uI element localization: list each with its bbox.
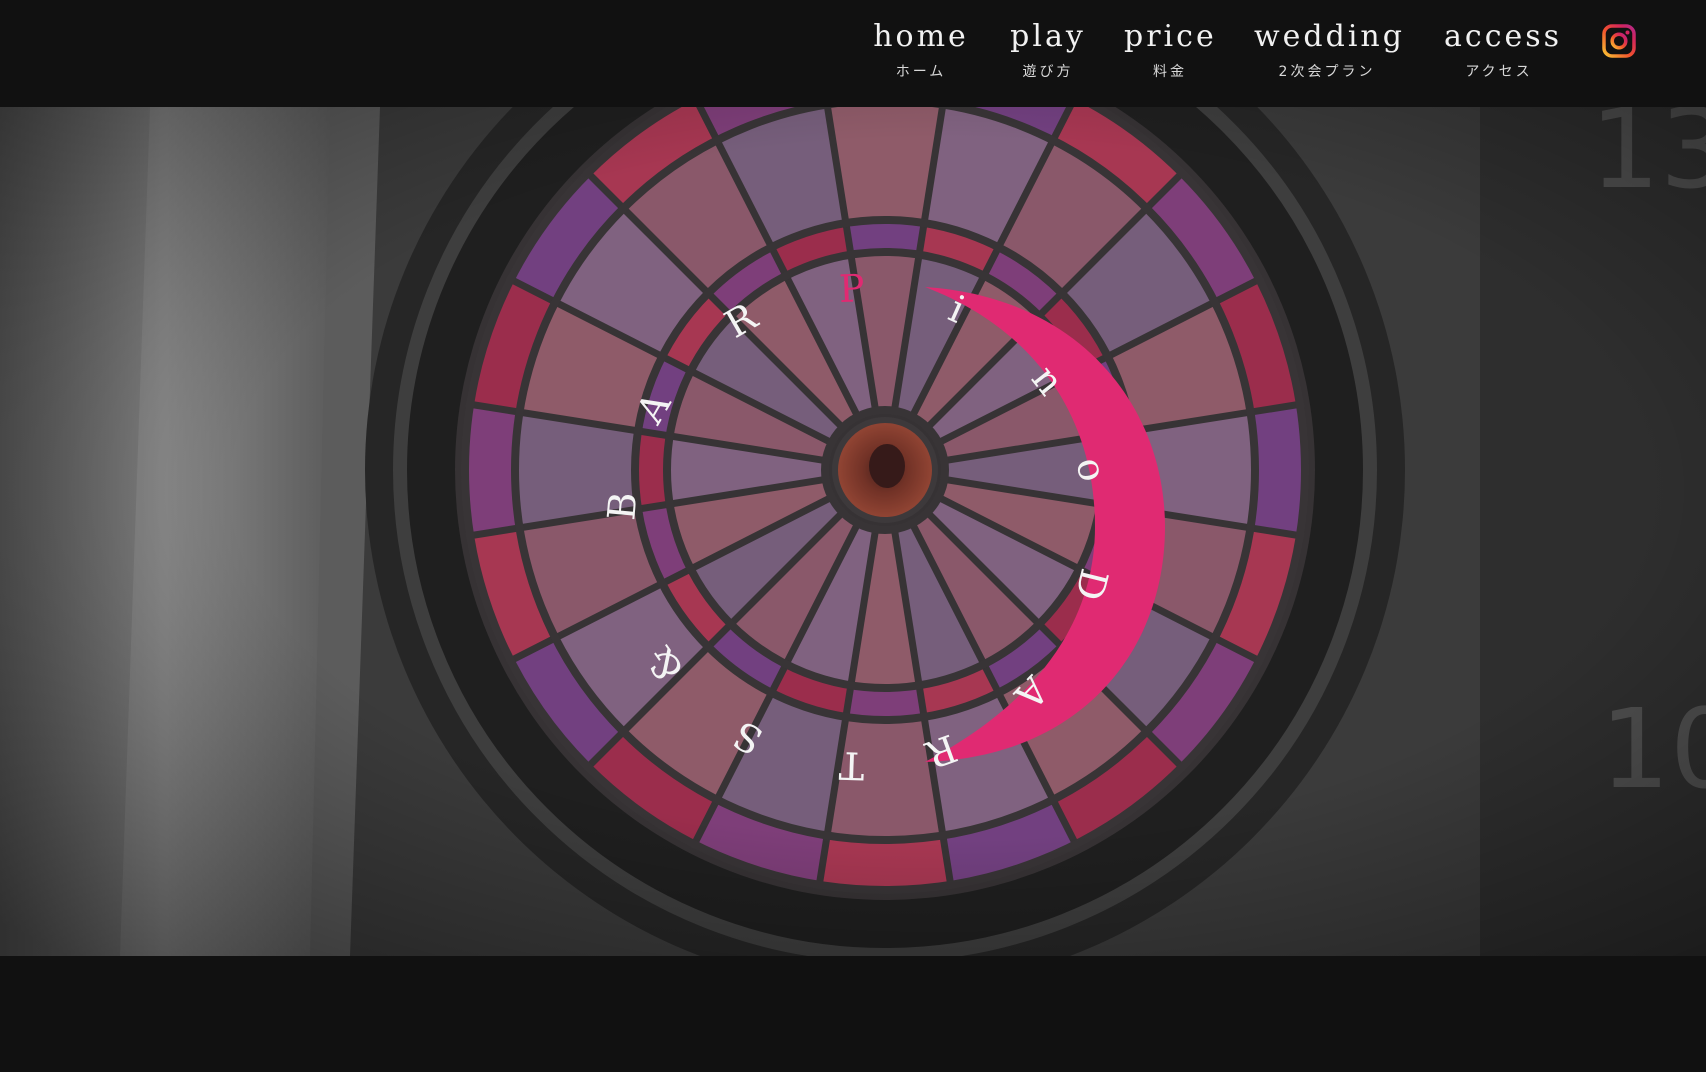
nav-item-label: price (1124, 19, 1217, 54)
nav-item-sublabel: 料金 (1153, 64, 1187, 80)
nav-item-sublabel: 2次会プラン (1278, 64, 1376, 80)
nav-item-sublabel: ホーム (895, 64, 947, 80)
instagram-icon[interactable] (1602, 24, 1636, 58)
page: home ホーム play 遊び方 price 料金 wedding 2次会プラ… (0, 0, 1706, 1072)
nav-item-label: home (873, 19, 969, 54)
nav-item-play[interactable]: play 遊び方 (1006, 16, 1090, 82)
nav-item-sublabel: アクセス (1465, 64, 1533, 80)
nav-item-price[interactable]: price 料金 (1124, 16, 1216, 82)
nav-item-label: play (1010, 19, 1086, 54)
site-header: home ホーム play 遊び方 price 料金 wedding 2次会プラ… (0, 0, 1706, 107)
logo-letter: B (599, 490, 645, 522)
page-footer-band (0, 956, 1706, 1072)
nav-item-label: wedding (1254, 19, 1405, 54)
logo-letter: T (838, 743, 865, 788)
nav-item-home[interactable]: home ホーム (869, 16, 973, 82)
hero-section: 1310 BARPinoDARTS& (0, 107, 1706, 956)
logo-letter: P (838, 266, 865, 311)
nav-item-wedding[interactable]: wedding 2次会プラン (1254, 16, 1405, 82)
nav-item-sublabel: 遊び方 (1022, 64, 1074, 80)
nav-item-access[interactable]: access アクセス (1444, 16, 1563, 82)
nav-item-label: access (1444, 19, 1563, 54)
main-nav: home ホーム play 遊び方 price 料金 wedding 2次会プラ… (0, 0, 1706, 107)
dartboard-background-image: 1310 BARPinoDARTS& (0, 107, 1706, 956)
